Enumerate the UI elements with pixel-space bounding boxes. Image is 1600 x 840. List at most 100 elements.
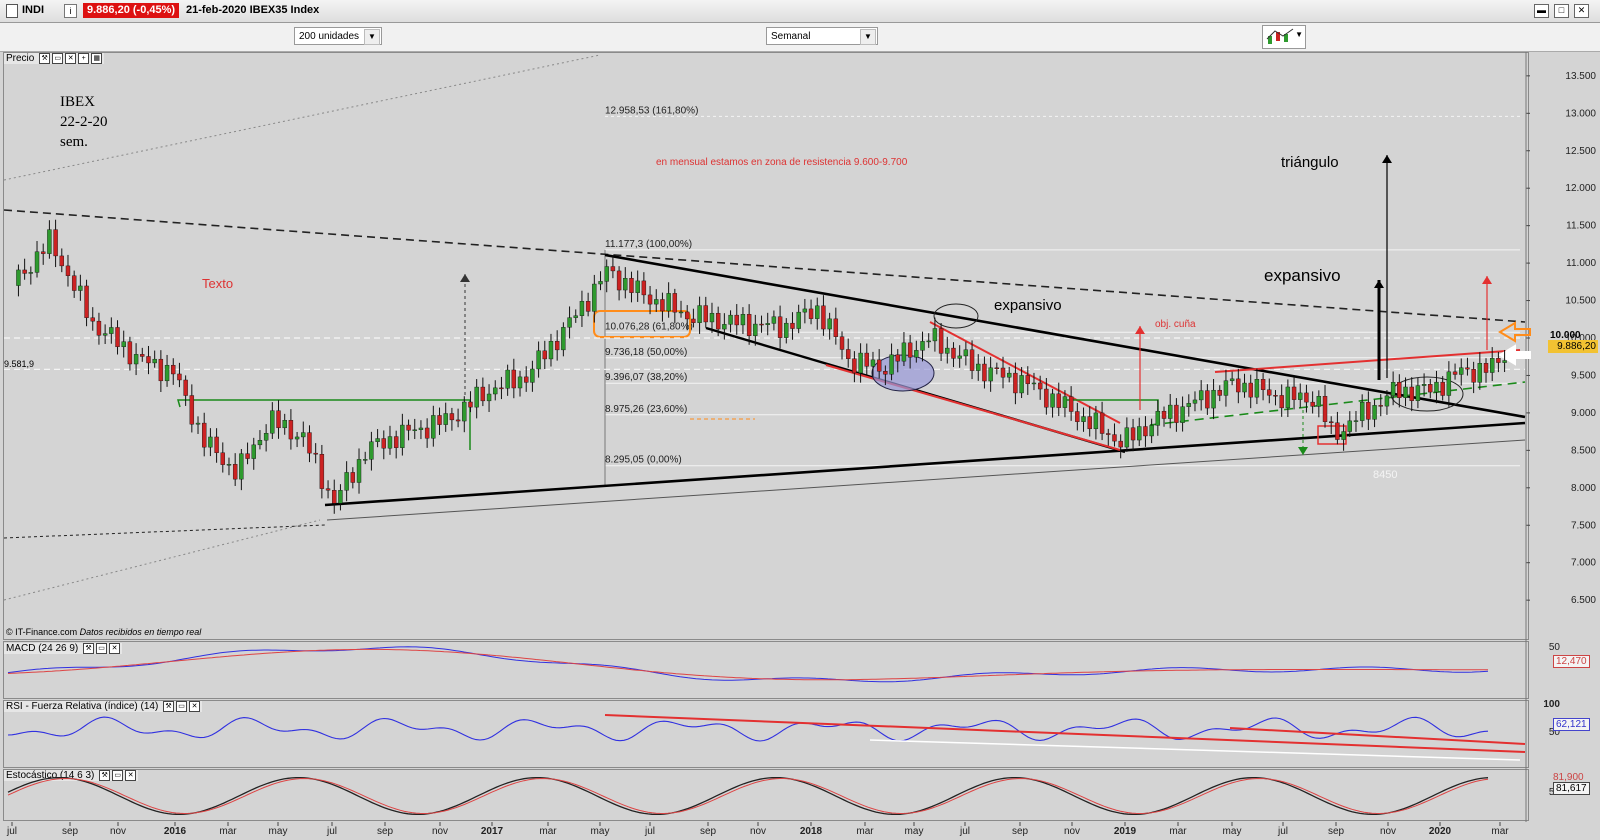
price-axis-label: 12.500 bbox=[1565, 146, 1596, 157]
bearish-candle bbox=[1174, 404, 1179, 423]
bullish-candle bbox=[920, 341, 925, 351]
bullish-candle bbox=[623, 278, 628, 291]
data-source-text: Datos recibidos en tiempo real bbox=[79, 627, 202, 637]
price-chart[interactable]: 6.500 7.000 7.500 8.000 8.500 9.000 9.500 10.00… bbox=[0, 0, 1600, 840]
bullish-candle bbox=[771, 316, 777, 324]
price-axis-label: 9.500 bbox=[1571, 370, 1596, 381]
price-axis-label: 8.500 bbox=[1571, 445, 1596, 456]
bullish-candle bbox=[963, 349, 969, 357]
bullish-candle bbox=[282, 420, 287, 429]
bearish-candle bbox=[1304, 392, 1309, 403]
bearish-candle bbox=[214, 436, 219, 453]
bullish-candle bbox=[666, 293, 671, 312]
time-axis-label: jul bbox=[6, 826, 17, 837]
triangle-lower-thin-line bbox=[326, 439, 1526, 521]
bullish-candle bbox=[195, 422, 201, 425]
bullish-candle bbox=[1019, 375, 1024, 394]
bullish-candle bbox=[208, 436, 213, 448]
bullish-candle bbox=[418, 427, 424, 430]
time-axis-label: mar bbox=[856, 826, 874, 837]
bearish-candle bbox=[468, 401, 473, 408]
bullish-candle bbox=[387, 436, 393, 449]
bearish-candle bbox=[202, 422, 207, 448]
bullish-candle bbox=[369, 441, 374, 460]
bullish-candle bbox=[1353, 420, 1359, 422]
bearish-candle bbox=[59, 255, 64, 267]
bearish-candle bbox=[629, 278, 634, 293]
bullish-candle bbox=[443, 413, 448, 425]
bullish-candle bbox=[16, 269, 21, 286]
bearish-candle bbox=[455, 419, 461, 422]
bullish-candle bbox=[1180, 406, 1185, 423]
bearish-candle bbox=[672, 293, 678, 313]
time-axis-label: may bbox=[591, 826, 610, 837]
bearish-candle bbox=[1483, 363, 1489, 373]
price-axis-label: 8.000 bbox=[1571, 483, 1596, 494]
level-8450-label: 8450 bbox=[1373, 469, 1398, 481]
bullish-candle bbox=[1316, 396, 1322, 407]
bearish-candle bbox=[1397, 382, 1402, 398]
bearish-candle bbox=[325, 488, 331, 491]
bearish-candle bbox=[610, 266, 616, 272]
copyright-label: © IT-Finance.com Datos recibidos en tiem… bbox=[6, 627, 201, 637]
bearish-candle bbox=[437, 415, 442, 425]
fib-level-label: 9.736,18 (50,00%) bbox=[605, 347, 687, 358]
bullish-candle bbox=[1490, 358, 1495, 373]
bearish-candle bbox=[1013, 372, 1018, 394]
bearish-candle bbox=[524, 376, 529, 383]
copyright-text: © IT-Finance.com bbox=[6, 627, 78, 637]
time-axis-label: nov bbox=[432, 826, 448, 837]
bullish-candle bbox=[1384, 395, 1390, 407]
fib-level-label: 10.076,28 (61,80%) bbox=[605, 321, 693, 332]
price-axis-label: 13.500 bbox=[1565, 71, 1596, 82]
bearish-candle bbox=[65, 265, 71, 276]
bullish-candle bbox=[567, 317, 572, 328]
bullish-candle bbox=[870, 359, 876, 367]
time-axis-label: may bbox=[269, 826, 288, 837]
bullish-candle bbox=[486, 393, 492, 402]
wedge-target-arrow-head bbox=[1135, 326, 1145, 334]
bearish-candle bbox=[808, 308, 814, 319]
fib-level-label: 8.295,05 (0,00%) bbox=[605, 455, 682, 466]
bullish-candle bbox=[827, 318, 832, 330]
bearish-candle bbox=[777, 316, 783, 338]
bullish-candle bbox=[784, 322, 789, 338]
left-dotted-line bbox=[3, 524, 326, 539]
triangle-target-arrow-head bbox=[1382, 155, 1392, 163]
indicator-axis-label: 100 bbox=[1543, 699, 1560, 710]
bearish-candle bbox=[96, 320, 102, 336]
bearish-candle bbox=[1143, 426, 1148, 437]
price-axis-label: 7.000 bbox=[1571, 558, 1596, 569]
bullish-candle bbox=[815, 305, 820, 319]
bullish-candle bbox=[561, 327, 566, 351]
red-trendline bbox=[825, 364, 1121, 451]
price-axis-label: 11.000 bbox=[1566, 258, 1596, 269]
time-axis-label: 2018 bbox=[800, 826, 823, 837]
time-axis-label: jul bbox=[1277, 826, 1288, 837]
time-axis-label: mar bbox=[539, 826, 557, 837]
bullish-candle bbox=[1093, 412, 1099, 430]
bullish-candle bbox=[1446, 371, 1452, 396]
bearish-candle bbox=[1205, 390, 1210, 409]
bearish-candle bbox=[332, 490, 337, 504]
bearish-candle bbox=[703, 305, 708, 323]
bullish-candle bbox=[1254, 379, 1260, 398]
bearish-candle bbox=[1335, 422, 1340, 440]
bullish-candle bbox=[592, 283, 597, 312]
bearish-candle bbox=[183, 379, 188, 396]
bearish-candle bbox=[852, 358, 857, 374]
bearish-candle bbox=[1099, 412, 1105, 434]
bearish-candle bbox=[381, 438, 386, 449]
bullish-candle bbox=[301, 432, 306, 438]
bullish-candle bbox=[728, 314, 733, 325]
time-axis-label: 2019 bbox=[1114, 826, 1137, 837]
bullish-candle bbox=[722, 324, 727, 330]
bullish-candle bbox=[536, 350, 541, 370]
bearish-candle bbox=[449, 413, 455, 421]
bearish-candle bbox=[22, 269, 27, 274]
bullish-candle bbox=[1137, 426, 1142, 441]
texto-annotation: Texto bbox=[202, 276, 234, 291]
bullish-candle bbox=[102, 333, 108, 336]
bearish-candle bbox=[1496, 358, 1501, 363]
bearish-candle bbox=[895, 354, 900, 362]
